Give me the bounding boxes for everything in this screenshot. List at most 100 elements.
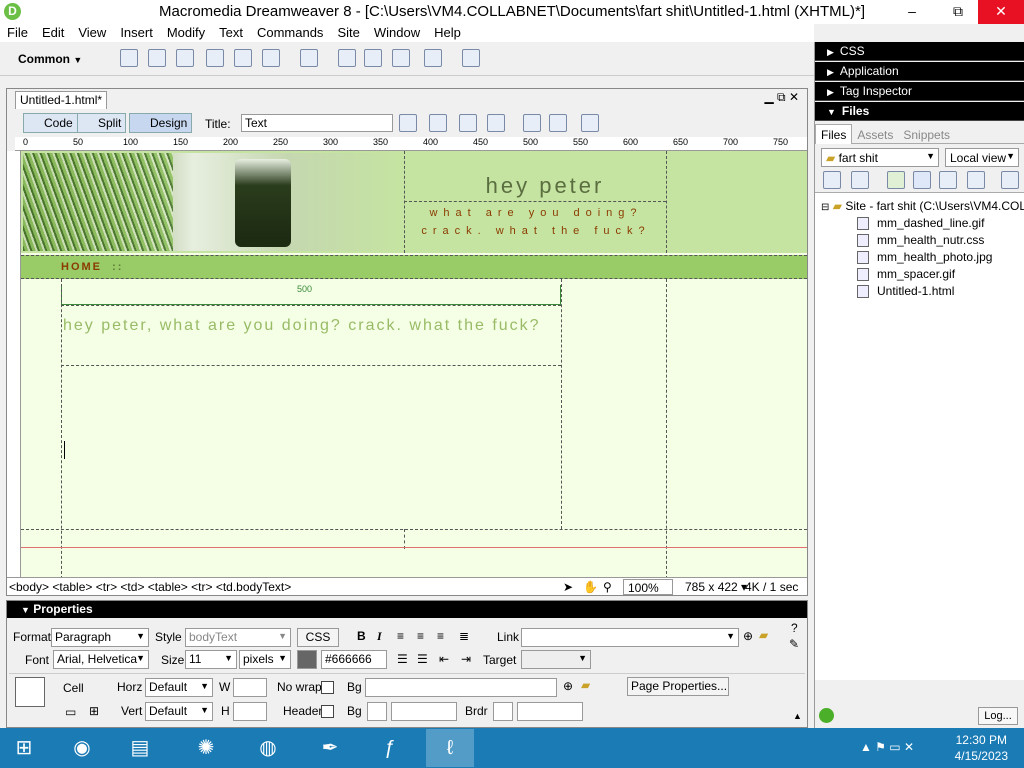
flash-icon[interactable]: ƒ [366,729,414,767]
system-tray-icons[interactable]: ▲ ⚑ ▭ ✕ [860,740,914,754]
dreamweaver-taskbar-icon[interactable]: ℓ [426,729,474,767]
browse-folder-icon[interactable]: ▰ [581,678,590,692]
restore-doc-icon[interactable]: ⧉ [777,90,786,104]
validate-icon[interactable] [487,114,505,132]
menu-edit[interactable]: Edit [35,24,71,40]
menu-file[interactable]: File [0,24,35,40]
target-select[interactable]: ▼ [521,650,591,669]
refresh-design-icon[interactable] [459,114,477,132]
put-files-icon[interactable] [913,171,931,189]
health-photo[interactable] [23,153,401,251]
comment-icon[interactable] [392,49,410,67]
border-color-input[interactable] [517,702,583,721]
get-files-icon[interactable] [887,171,905,189]
font-select[interactable]: Arial, Helvetica ▼ [53,650,149,669]
connect-icon[interactable] [823,171,841,189]
close-doc-icon[interactable]: ✕ [789,90,799,104]
date-icon[interactable] [338,49,356,67]
start-button[interactable]: ⊞ [0,729,48,767]
file-item[interactable]: mm_spacer.gif [857,267,955,282]
header-checkbox[interactable] [321,705,334,718]
italic-icon[interactable]: I [377,629,382,644]
weather-app-icon[interactable]: ✺ [182,729,230,767]
point-to-file-icon[interactable]: ⊕ [563,679,573,693]
design-view-button[interactable]: Design [129,113,193,133]
indent-icon[interactable]: ⇥ [461,652,471,666]
menu-insert[interactable]: Insert [113,24,160,40]
tag-chooser-icon[interactable] [462,49,480,67]
page-title-input[interactable]: Text [241,114,393,132]
page-properties-button[interactable]: Page Properties... [627,677,729,696]
tab-assets[interactable]: Assets [852,125,898,142]
application-panel-header[interactable]: ▶ Application [815,62,1024,81]
cell-width-input[interactable] [233,678,267,697]
collapse-panel-icon[interactable]: ▲ [793,711,802,721]
size-select[interactable]: 11 ▼ [185,650,237,669]
properties-header[interactable]: ▼ Properties [7,601,807,618]
align-right-icon[interactable]: ≡ [437,629,444,643]
browse-folder-icon[interactable]: ▰ [759,628,768,642]
link-input[interactable]: ▼ [521,628,739,647]
maximize-button[interactable]: ⧉ [938,0,978,24]
file-item[interactable]: mm_health_photo.jpg [857,250,992,265]
design-view-canvas[interactable]: hey peter what are you doing? crack. wha… [21,151,807,577]
split-view-button[interactable]: Split [77,113,127,133]
site-root-item[interactable]: ⊟ ▰ Site - fart shit (C:\Users\VM4.COLLA… [821,199,1024,213]
preview-browser-icon[interactable] [429,114,447,132]
bold-icon[interactable]: B [357,629,366,643]
split-cell-icon[interactable]: ⊞ [89,704,99,718]
file-management-icon[interactable] [399,114,417,132]
firefox-icon[interactable]: ◍ [244,729,292,767]
close-button[interactable]: ✕ [978,0,1024,24]
check-in-icon[interactable] [967,171,985,189]
media-icon[interactable] [300,49,318,67]
tag-inspector-panel-header[interactable]: ▶ Tag Inspector [815,82,1024,101]
menu-commands[interactable]: Commands [250,24,330,40]
zoom-select[interactable]: 100% [623,579,673,595]
unordered-list-icon[interactable]: ☰ [397,652,408,666]
bg-color-input[interactable] [391,702,457,721]
files-panel-header[interactable]: ▼ Files [815,102,1024,121]
menu-help[interactable]: Help [427,24,468,40]
log-button[interactable]: Log... [978,707,1018,725]
menu-window[interactable]: Window [367,24,427,40]
menu-text[interactable]: Text [212,24,250,40]
menu-site[interactable]: Site [330,24,366,40]
unit-select[interactable]: pixels ▼ [239,650,291,669]
cell-height-input[interactable] [233,702,267,721]
css-panel-header[interactable]: ▶ CSS [815,42,1024,61]
file-item[interactable]: mm_dashed_line.gif [857,216,984,231]
vert-select[interactable]: Default ▼ [145,702,213,721]
zoom-tool-icon[interactable]: ⚲ [599,579,616,595]
code-view-button[interactable]: Code [23,113,78,133]
site-select[interactable]: ▰ fart shit ▼ [821,148,939,167]
bg-color-swatch[interactable] [367,702,387,721]
merge-cells-icon[interactable]: ▭ [65,705,76,719]
nowrap-checkbox[interactable] [321,681,334,694]
minimize-button[interactable]: – [892,0,932,24]
chrome-icon[interactable]: ◉ [58,729,106,767]
named-anchor-icon[interactable] [176,49,194,67]
text-color-input[interactable]: #666666 [321,650,387,669]
menu-view[interactable]: View [71,24,113,40]
horz-select[interactable]: Default ▼ [145,678,213,697]
email-link-icon[interactable] [148,49,166,67]
table-icon[interactable] [206,49,224,67]
tab-snippets[interactable]: Snippets [898,125,955,142]
nav-home-link[interactable]: HOME :: [61,261,123,273]
visual-aids-icon[interactable] [581,114,599,132]
css-button[interactable]: CSS [297,628,339,647]
expand-icon[interactable] [1001,171,1019,189]
feather-app-icon[interactable]: ✒ [306,729,354,767]
quick-tag-edit-icon[interactable]: ✎ [789,637,799,651]
align-left-icon[interactable]: ≡ [397,629,404,643]
templates-icon[interactable] [424,49,442,67]
format-select[interactable]: Paragraph ▼ [51,628,149,647]
file-item[interactable]: Untitled-1.html [857,284,954,299]
border-color-swatch[interactable] [493,702,513,721]
minimize-doc-icon[interactable]: ▁ [764,90,773,104]
file-explorer-icon[interactable]: ▤ [116,729,164,767]
layer-icon[interactable] [234,49,252,67]
clock[interactable]: 12:30 PM 4/15/2023 [955,732,1008,764]
insert-category-select[interactable]: Common ▼ [18,52,82,66]
